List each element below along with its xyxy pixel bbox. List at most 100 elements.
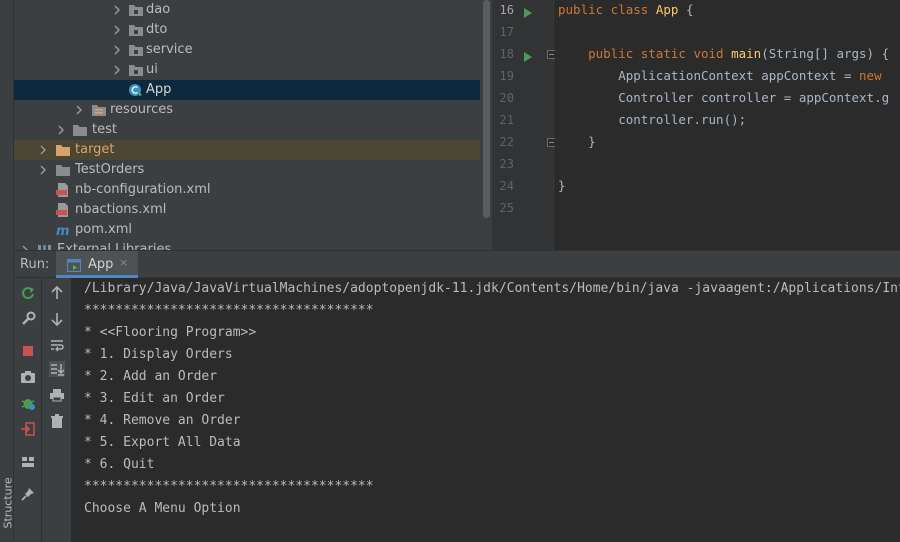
code-token: ApplicationContext appContext =: [558, 68, 860, 83]
chevron-right-icon[interactable]: [112, 44, 122, 56]
code-line: public class App {: [558, 2, 693, 17]
code-token: public static void: [558, 46, 732, 61]
scroll-to-end-icon[interactable]: [47, 359, 67, 379]
soft-wrap-icon[interactable]: [47, 335, 67, 355]
tree-scrollbar[interactable]: [480, 0, 492, 250]
package-folder-icon: [128, 3, 144, 17]
run-panel-header: Run: App ×: [14, 250, 900, 278]
tree-item-label: test: [92, 122, 117, 137]
console-line: Choose A Menu Option: [84, 501, 241, 516]
run-gutter-icon[interactable]: [523, 48, 533, 62]
stop-button[interactable]: [18, 341, 38, 361]
run-toolbar-primary: [14, 278, 42, 542]
debug-bug-icon[interactable]: [18, 393, 38, 413]
tree-item-nbactions[interactable]: nbactions.xml: [14, 200, 480, 220]
maven-icon: m: [55, 223, 71, 239]
code-token: Controller controller = appContext.g: [558, 90, 890, 105]
tree-item-dto[interactable]: dto: [14, 20, 480, 40]
tree-item-label: TestOrders: [75, 162, 145, 177]
chevron-right-icon[interactable]: [38, 144, 48, 156]
run-toolbar-secondary: [42, 278, 72, 542]
tree-item-external-libraries[interactable]: External Libraries: [14, 240, 480, 250]
library-icon: [37, 243, 53, 250]
code-token: main: [731, 46, 762, 61]
exit-icon[interactable]: [18, 419, 38, 439]
chevron-right-icon[interactable]: [112, 24, 122, 36]
tree-item-label: dao: [146, 2, 171, 17]
tree-item-service[interactable]: service: [14, 40, 480, 60]
tree-item-test[interactable]: test: [14, 120, 480, 140]
svg-text:m: m: [56, 224, 70, 237]
code-line: }: [558, 178, 566, 193]
code-token: {: [678, 2, 694, 17]
tree-item-dao[interactable]: dao: [14, 0, 480, 20]
xml-file-icon: [55, 203, 71, 217]
folder-icon: [55, 163, 71, 177]
code-line: public static void main(String[] args) {: [558, 46, 889, 61]
console-line: * <<Flooring Program>>: [84, 325, 257, 340]
project-tree: dao dto service ui App resources test ta…: [14, 0, 480, 250]
code-token: App: [655, 2, 679, 17]
console-line: * 2. Add an Order: [84, 369, 218, 384]
chevron-right-icon[interactable]: [74, 104, 84, 116]
trash-icon[interactable]: [47, 411, 67, 431]
wrench-icon[interactable]: [18, 309, 38, 329]
console-line: *************************************: [84, 479, 374, 494]
structure-tab-label: Structure: [1, 477, 15, 529]
arrow-down-icon[interactable]: [47, 309, 67, 329]
arrow-up-icon[interactable]: [47, 283, 67, 303]
tree-item-label: target: [75, 142, 115, 157]
code-token: }: [558, 134, 596, 149]
line-number: 20: [499, 91, 514, 105]
camera-icon[interactable]: [18, 367, 38, 387]
line-number: 23: [499, 157, 514, 171]
resources-folder-icon: [91, 103, 107, 117]
code-token: (String[] args) {: [761, 46, 890, 61]
code-line: controller.run();: [558, 112, 746, 127]
pin-icon[interactable]: [18, 484, 38, 504]
java-class-icon: [128, 83, 144, 97]
print-icon[interactable]: [47, 385, 67, 405]
tree-item-label: nbactions.xml: [75, 202, 167, 217]
code-line: ApplicationContext appContext = new: [558, 68, 882, 83]
chevron-right-icon[interactable]: [38, 164, 48, 176]
code-token: }: [558, 178, 566, 193]
tree-item-label: nb-configuration.xml: [75, 182, 211, 197]
tree-item-ui[interactable]: ui: [14, 60, 480, 80]
console-line: * 4. Remove an Order: [84, 413, 241, 428]
rerun-button[interactable]: [18, 283, 38, 303]
tree-item-pom[interactable]: m pom.xml: [14, 220, 480, 240]
scrollbar-thumb[interactable]: [483, 0, 490, 218]
chevron-right-icon[interactable]: [112, 4, 122, 16]
run-tab-label: App: [88, 257, 114, 272]
line-number: 21: [499, 113, 514, 127]
console-line: * 6. Quit: [84, 457, 155, 472]
tree-item-app[interactable]: App: [14, 80, 480, 100]
console-line: * 5. Export All Data: [84, 435, 241, 450]
line-number: 19: [499, 69, 514, 83]
layout-icon[interactable]: [18, 452, 38, 472]
tree-item-label: service: [146, 42, 193, 57]
run-gutter-icon[interactable]: [523, 4, 533, 18]
tree-item-resources[interactable]: resources: [14, 100, 480, 120]
tree-item-nb-configuration[interactable]: nb-configuration.xml: [14, 180, 480, 200]
structure-tool-tab[interactable]: Structure: [0, 470, 15, 532]
tree-item-testorders[interactable]: TestOrders: [14, 160, 480, 180]
tree-item-label: resources: [110, 102, 174, 117]
tree-item-label: External Libraries: [57, 242, 172, 250]
chevron-right-icon[interactable]: [56, 124, 66, 136]
close-icon[interactable]: ×: [119, 256, 128, 269]
tree-item-label: pom.xml: [75, 222, 132, 237]
console-output[interactable]: /Library/Java/JavaVirtualMachines/adopto…: [72, 278, 900, 542]
code-editor[interactable]: public class App { public static void ma…: [555, 0, 900, 250]
tree-item-target[interactable]: target: [14, 140, 480, 160]
tree-item-label: ui: [146, 62, 158, 77]
xml-file-icon: [55, 183, 71, 197]
code-token: new: [859, 68, 882, 83]
line-number: 25: [499, 201, 514, 215]
run-tab-app[interactable]: App ×: [56, 251, 138, 278]
line-number: 17: [499, 25, 514, 39]
line-number: 24: [499, 179, 514, 193]
tree-item-label: App: [146, 82, 172, 97]
chevron-right-icon[interactable]: [112, 64, 122, 76]
